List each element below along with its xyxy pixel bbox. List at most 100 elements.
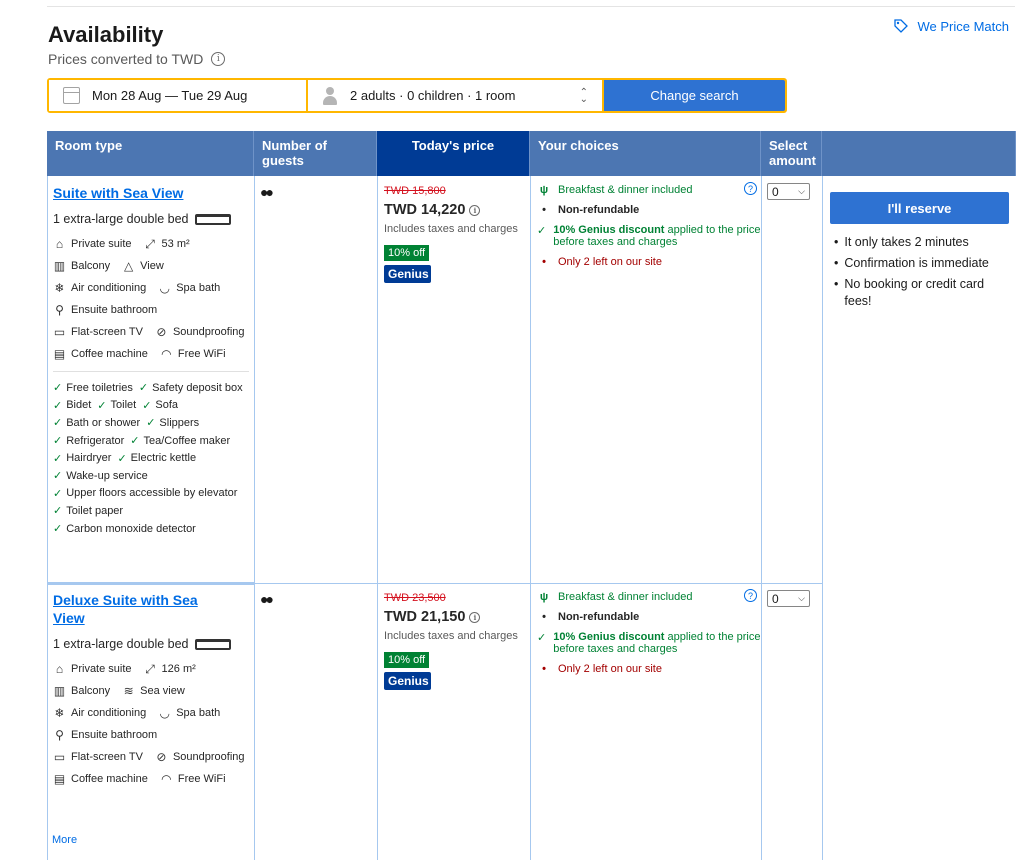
help-icon[interactable]: ?	[744, 182, 757, 195]
price-value: TWD 14,220	[384, 202, 466, 218]
room-name-link[interactable]: Suite with Sea View	[53, 184, 253, 202]
amenity-item: ✓ Sofa	[142, 397, 178, 415]
current-price: TWD 14,220 i	[384, 202, 529, 218]
change-search-button[interactable]: Change search	[604, 80, 785, 111]
feature-item: ⚲ Ensuite bathroom	[53, 726, 157, 744]
info-icon[interactable]: i	[469, 611, 481, 623]
price-currency-note: Prices converted to TWD i	[48, 51, 226, 67]
price-cell-2: TWD 23,500 TWD 21,150 i Includes taxes an…	[384, 592, 529, 690]
amenity-label: Refrigerator	[66, 434, 125, 447]
th-reserve	[822, 131, 1016, 176]
amenity-item: ✓ Electric kettle	[117, 449, 196, 467]
choices-cell-2: ψ Breakfast & dinner included • Non-refund…	[531, 585, 761, 855]
date-picker[interactable]: Mon 28 Aug — Tue 29 Aug	[49, 80, 306, 111]
sea-icon: ≋	[123, 684, 134, 698]
refund-text: Non-refundable	[558, 611, 640, 623]
feature-item: ⌂ Private suite	[53, 235, 132, 253]
amount-value: 0	[772, 184, 779, 199]
feature-label: Spa bath	[176, 707, 221, 719]
two-persons-icon: ●●	[260, 591, 274, 607]
calendar-icon	[63, 87, 80, 104]
updown-chevron-icon: ⌃ ⌄	[579, 86, 588, 105]
check-icon: ✓	[53, 470, 63, 483]
more-link[interactable]: More	[52, 834, 77, 846]
discount-badge: 10% off	[384, 245, 430, 261]
feature-item: ⌂ Private suite	[53, 660, 132, 678]
help-icon[interactable]: ?	[744, 589, 757, 602]
reserve-benefits: • It only takes 2 minutes • Confirmation is…	[834, 234, 1014, 314]
genius-discount: ✓ 10% Genius discount applied to the pric…	[537, 224, 761, 248]
feature-item: ▥ Balcony	[53, 682, 110, 700]
discount-badge: 10% off	[384, 652, 430, 668]
amenity-label: Bath or shower	[66, 416, 141, 429]
amenity-item: ✓ Safety deposit box	[139, 379, 243, 397]
grid-line	[822, 176, 823, 860]
feature-label: Ensuite bathroom	[71, 304, 158, 316]
feature-label: Free WiFi	[177, 348, 226, 360]
soundproof-icon: ⊘	[156, 325, 167, 339]
genius-discount-text: 10% Genius discount applied to the price…	[553, 224, 761, 248]
check-icon: ✓	[142, 399, 152, 412]
guests-summary: 2 adults · 0 children · 1 room	[350, 88, 516, 103]
benefit-item: • It only takes 2 minutes	[834, 234, 1014, 251]
feature-label: Sea view	[140, 685, 185, 697]
info-icon[interactable]: i	[211, 52, 226, 66]
tv-icon: ▭	[53, 750, 66, 764]
check-icon: ✓	[537, 225, 547, 237]
bullet-icon: •	[542, 204, 546, 216]
amenity-item: ✓ Tea/Coffee maker	[130, 432, 230, 450]
room-info-1: Suite with Sea View 1 extra-large double…	[53, 184, 253, 537]
wifi-icon: ◠	[161, 772, 172, 786]
th-guests: Number of guests	[254, 131, 377, 176]
grid-line	[761, 176, 762, 860]
amenity-label: Tea/Coffee maker	[143, 434, 231, 447]
feature-item: ▭ Flat-screen TV	[53, 748, 143, 766]
bed-icon	[194, 213, 231, 225]
feature-label: Ensuite bathroom	[71, 729, 158, 741]
availability-warning: • Only 2 left on our site	[537, 663, 761, 675]
taxes-note: Includes taxes and charges	[384, 630, 518, 642]
shower-icon: ⚲	[55, 728, 64, 742]
amenity-label: Carbon monoxide detector	[66, 522, 196, 535]
amenity-label: Safety deposit box	[152, 381, 243, 394]
room-amount-select[interactable]: 0 ⌵	[767, 183, 810, 200]
fork-knife-icon: ψ	[539, 184, 549, 196]
amenity-label: Bidet	[66, 399, 92, 412]
mountain-icon: △	[124, 259, 134, 273]
amenity-label: Free toiletries	[66, 381, 133, 394]
reserve-button[interactable]: I'll reserve	[830, 192, 1009, 224]
feature-item: △ View	[122, 257, 164, 275]
shower-icon: ⚲	[55, 303, 64, 317]
feature-item: ▥ Balcony	[53, 257, 110, 275]
feature-label: Air conditioning	[71, 282, 147, 294]
benefit-item: • Confirmation is immediate	[834, 255, 1014, 272]
check-icon: ✓	[53, 382, 63, 395]
meal-plan-text: Breakfast & dinner included	[558, 184, 693, 196]
check-icon: ✓	[146, 417, 156, 430]
amenity-item: ✓ Hairdryer	[53, 449, 111, 467]
amenity-item: ✓ Bath or shower	[53, 414, 140, 432]
price-match-link[interactable]: We Price Match	[893, 18, 1009, 34]
room-name-link[interactable]: Deluxe Suite with Sea View	[53, 591, 223, 627]
info-icon[interactable]: i	[469, 204, 481, 216]
amenity-item: ✓ Refrigerator	[53, 432, 124, 450]
feature-label: 53 m²	[161, 238, 190, 250]
chevron-down-icon: ⌵	[798, 593, 805, 603]
home-icon: ⌂	[55, 237, 64, 251]
bullet-icon: •	[542, 256, 546, 268]
size-icon: ⤢	[145, 661, 155, 676]
bed-info: 1 extra-large double bed	[53, 637, 253, 651]
bullet-icon: •	[542, 663, 546, 675]
feature-item: ⊘ Soundproofing	[155, 748, 244, 766]
amenity-label: Electric kettle	[130, 452, 197, 465]
room-amount-select[interactable]: 0 ⌵	[767, 590, 810, 607]
feature-label: Soundproofing	[172, 326, 245, 338]
amenity-item: ✓ Slippers	[146, 414, 199, 432]
feature-label: Air conditioning	[71, 707, 147, 719]
guests-picker[interactable]: 2 adults · 0 children · 1 room ⌃ ⌄	[308, 80, 602, 111]
amenity-item: ✓ Carbon monoxide detector	[53, 520, 196, 538]
benefit-text: Confirmation is immediate	[844, 256, 989, 270]
amenity-item: ✓ Toilet paper	[53, 502, 123, 520]
th-room-type: Room type	[47, 131, 254, 176]
check-icon: ✓	[97, 399, 107, 412]
